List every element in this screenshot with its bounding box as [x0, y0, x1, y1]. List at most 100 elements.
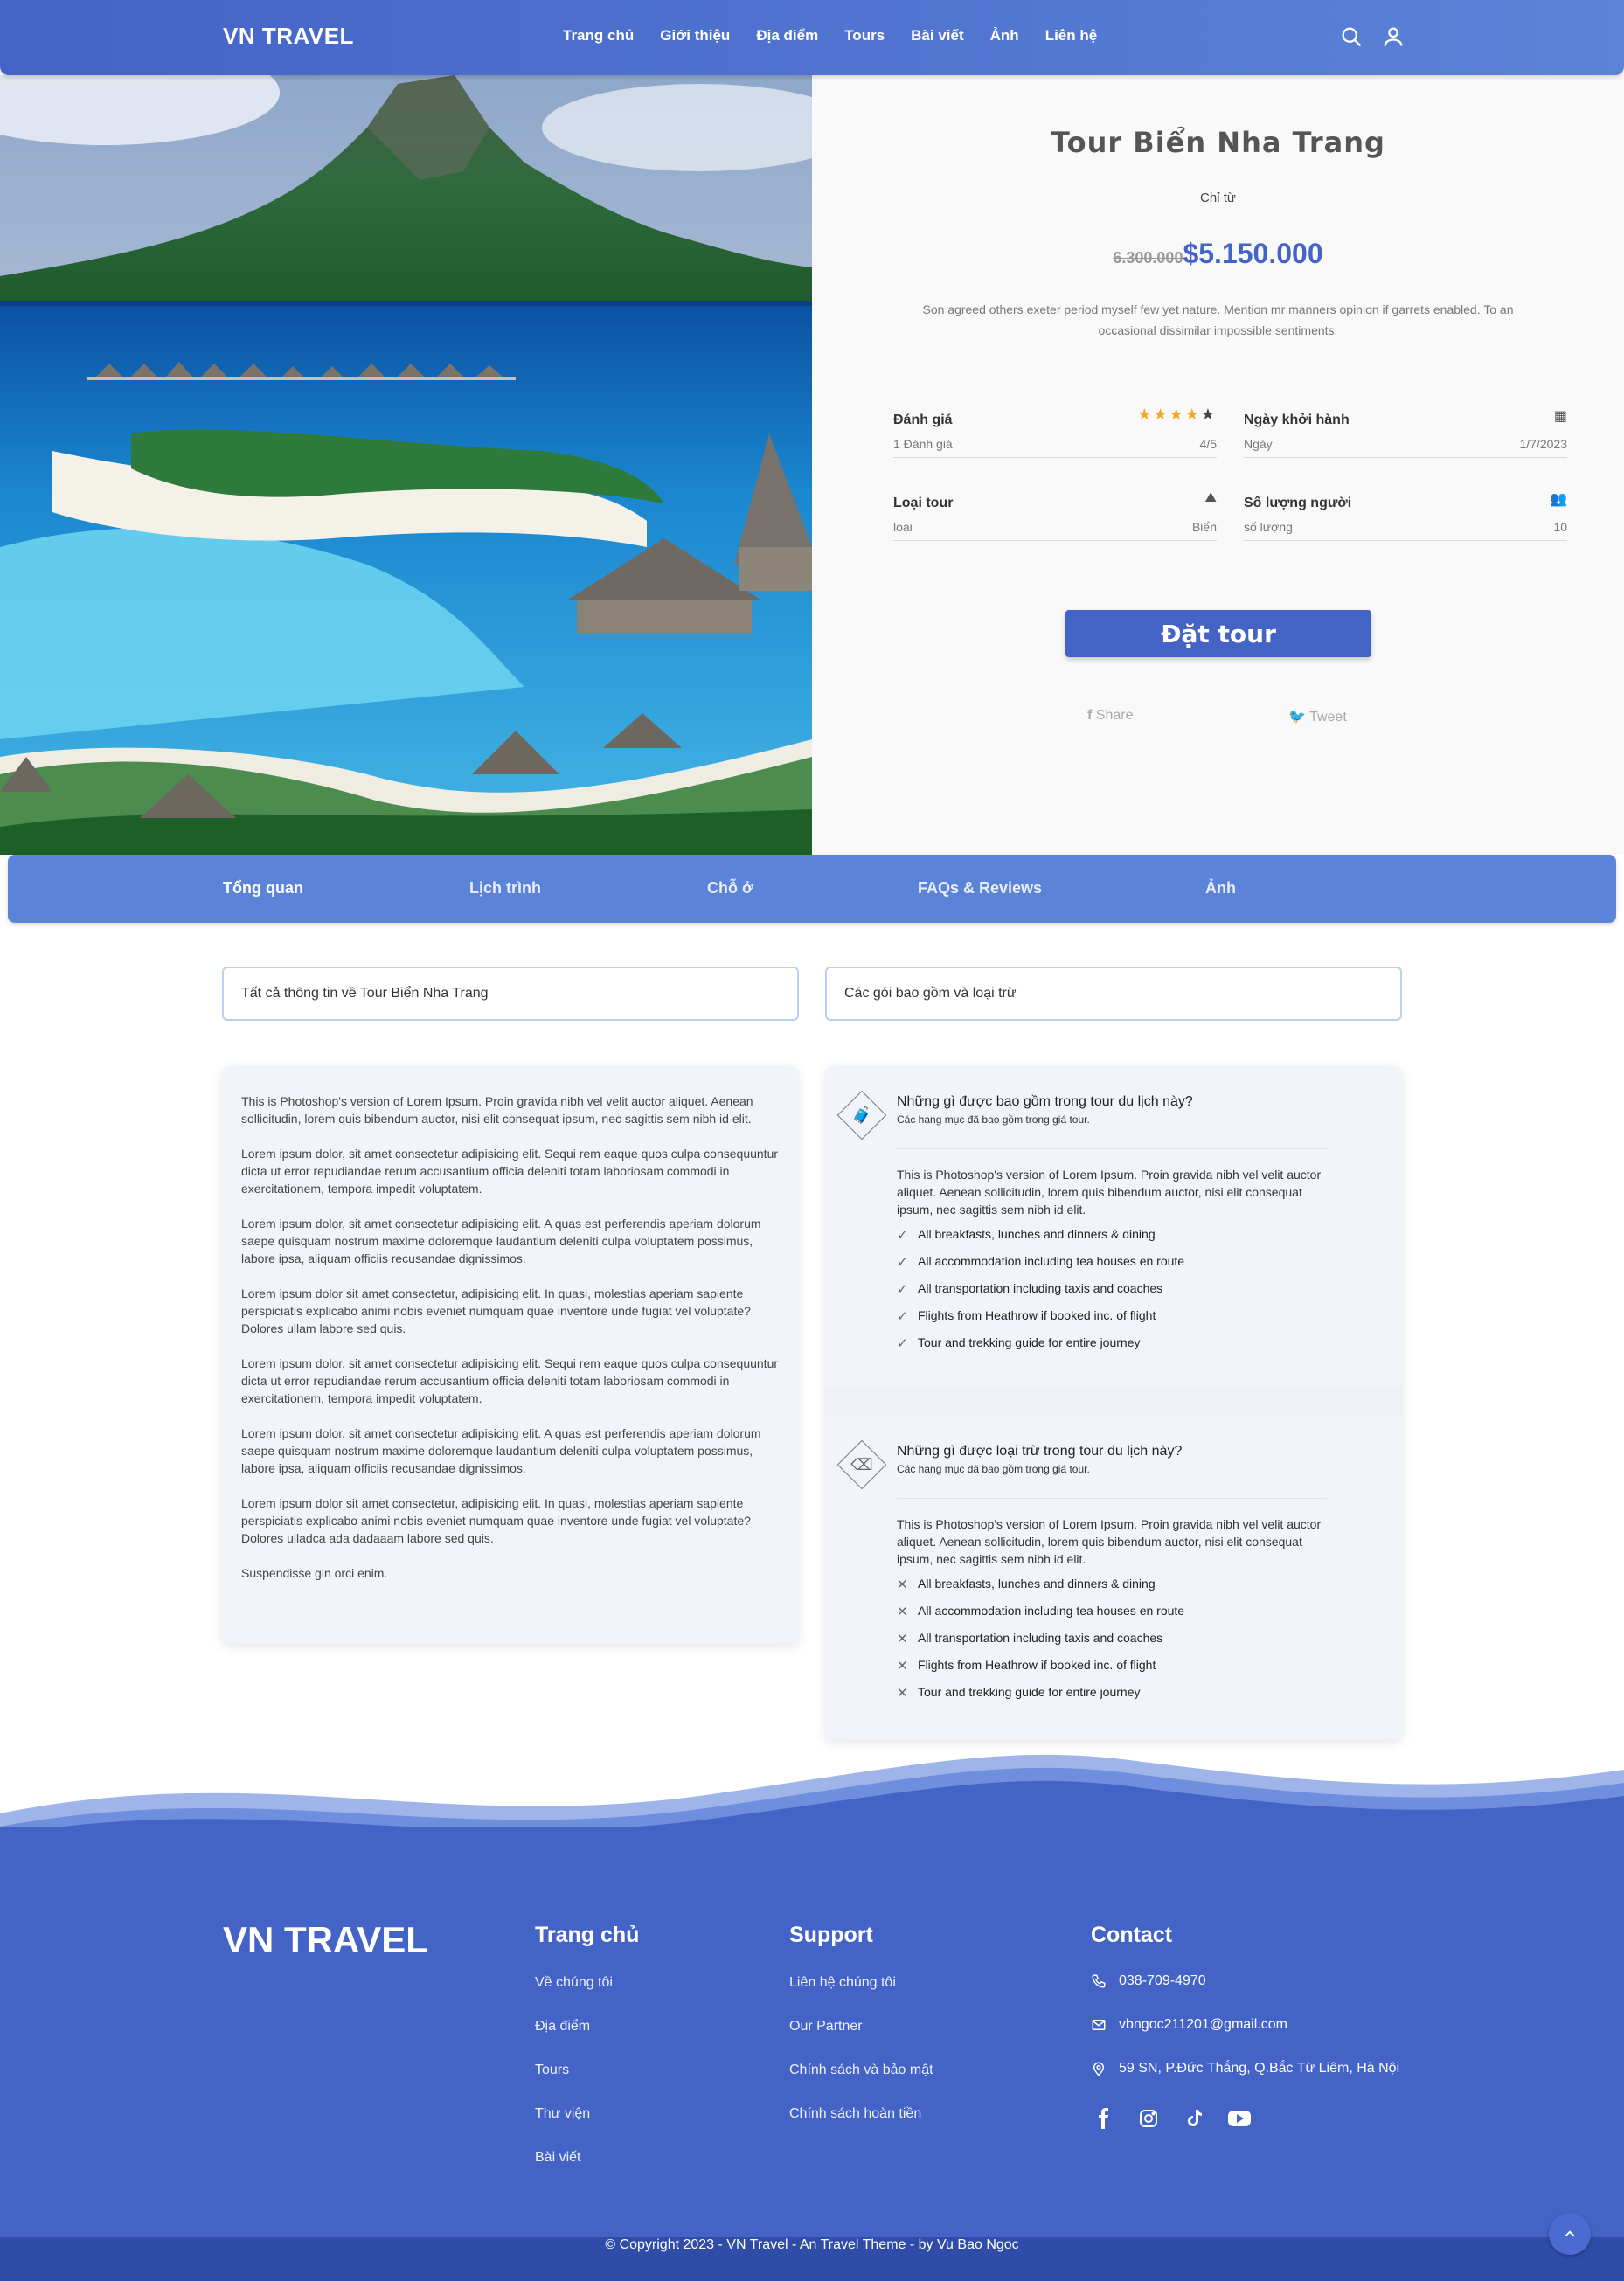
overview-card: This is Photoshop's version of Lorem Ips… [222, 1066, 799, 1643]
book-tour-button[interactable]: Đặt tour [1065, 610, 1371, 657]
overview-paragraph: Lorem ipsum dolor, sit amet consectetur … [241, 1426, 761, 1475]
search-icon[interactable] [1339, 24, 1364, 49]
cross-icon: ✕ [897, 1577, 908, 1592]
footer-contact-title: Contact [1091, 1923, 1173, 1947]
contact-phone[interactable]: 038-709-4970 [1091, 1973, 1206, 1989]
list-item: ✕ Tour and trekking guide for entire jour… [897, 1685, 1327, 1712]
included-subtitle: Các hạng mục đã bao gồm trong giá tour. [897, 1113, 1090, 1126]
check-icon: ✓ [897, 1336, 908, 1351]
footer-link-partner[interactable]: Our Partner [789, 2019, 863, 2035]
group-size-sub: số lượng [1244, 520, 1293, 534]
tour-type-label: Loại tour [893, 496, 954, 510]
tab-accommodation[interactable]: Chỗ ở [707, 879, 753, 898]
tab-itinerary[interactable]: Lịch trình [469, 879, 541, 898]
departure-info: Ngày khởi hành ▦ Ngày 1/7/2023 [1244, 406, 1567, 458]
rating-count: 1 Đánh giá [893, 437, 953, 451]
twitter-icon: 🐦 [1288, 710, 1306, 725]
overview-paragraph: Suspendisse gin orci enim. [241, 1566, 388, 1580]
tour-hero-image [0, 75, 812, 855]
inclusions-header[interactable]: Các gói bao gồm và loại trừ [825, 967, 1402, 1021]
map-pin-icon [1093, 2062, 1105, 2076]
list-item-label: All breakfasts, lunches and dinners & di… [918, 1227, 1156, 1241]
tour-price: 6.300.000$5.150.000 [812, 238, 1624, 270]
tour-title: Tour Biển Nha Trang [1051, 126, 1385, 159]
rating-value: 4/5 [1199, 437, 1217, 451]
check-icon: ✓ [897, 1309, 908, 1324]
footer-link-tours[interactable]: Tours [535, 2063, 569, 2078]
luggage-icon: 🧳 [851, 1106, 872, 1124]
included-body: This is Photoshop's version of Lorem Ips… [897, 1168, 1322, 1217]
old-price: 6.300.000 [1113, 249, 1183, 267]
instagram-icon[interactable] [1136, 2106, 1161, 2131]
divider-line [897, 1148, 1327, 1149]
list-item-label: Flights from Heathrow if booked inc. of … [918, 1308, 1156, 1322]
top-navbar: VN TRAVEL Trang chủ Giới thiệu Địa điểm … [0, 0, 1624, 75]
tab-overview[interactable]: Tổng quan [223, 879, 303, 898]
mail-icon [1092, 2020, 1106, 2030]
social-links [1091, 2106, 1252, 2131]
departure-date: 1/7/2023 [1519, 437, 1568, 451]
facebook-icon[interactable] [1091, 2106, 1115, 2131]
star-icon: ★ [1137, 406, 1154, 423]
nav-item-tours[interactable]: Tours [844, 27, 885, 45]
excluded-title: Những gì được loại trừ trong tour du lịc… [897, 1444, 1183, 1459]
list-item-label: All transportation including taxis and c… [918, 1281, 1163, 1295]
list-item-label: Tour and trekking guide for entire journ… [918, 1335, 1141, 1349]
facebook-share-link[interactable]: f Share [1087, 708, 1133, 724]
footer-link-privacy[interactable]: Chính sách và bảo mật [789, 2063, 933, 2078]
nav-item-destinations[interactable]: Địa điểm [756, 27, 818, 45]
nav-item-blog[interactable]: Bài viết [911, 27, 963, 45]
email-address: vbngoc211201@gmail.com [1119, 2017, 1287, 2032]
tour-type-value: Biển [1191, 520, 1217, 534]
user-icon[interactable] [1381, 24, 1405, 49]
nav-item-gallery[interactable]: Ảnh [990, 27, 1019, 45]
main-menu: Trang chủ Giới thiệu Địa điểm Tours Bài … [563, 27, 1123, 45]
list-item: ✓ All breakfasts, lunches and dinners & d… [897, 1227, 1327, 1254]
list-item-label: Flights from Heathrow if booked inc. of … [918, 1658, 1156, 1672]
price-from-label: Chỉ từ [1200, 191, 1236, 205]
contact-email[interactable]: vbngoc211201@gmail.com [1091, 2017, 1287, 2033]
share-label: Share [1095, 708, 1134, 723]
list-item-label: All accommodation including tea houses e… [918, 1254, 1185, 1268]
list-item-label: All breakfasts, lunches and dinners & di… [918, 1577, 1156, 1591]
tab-faqs-reviews[interactable]: FAQs & Reviews [918, 879, 1042, 898]
list-item: ✕ All transportation including taxis and … [897, 1631, 1327, 1658]
departure-label: Ngày khởi hành [1244, 413, 1350, 427]
list-item: ✓ All transportation including taxis and … [897, 1281, 1327, 1308]
group-size-label: Số lượng người [1244, 496, 1352, 510]
footer-link-about[interactable]: Về chúng tôi [535, 1975, 613, 1991]
footer-link-destinations[interactable]: Địa điểm [535, 2019, 590, 2035]
check-icon: ✓ [897, 1228, 908, 1243]
footer-link-library[interactable]: Thư viện [535, 2106, 590, 2122]
nav-item-about[interactable]: Giới thiệu [660, 27, 730, 45]
address-text: 59 SN, P.Đức Thắng, Q.Bắc Từ Liêm, Hà Nộ… [1119, 2061, 1400, 2076]
twitter-share-link[interactable]: 🐦 Tweet [1288, 708, 1347, 725]
footer-brand[interactable]: VN TRAVEL [223, 1919, 428, 1961]
tiktok-icon[interactable] [1182, 2106, 1206, 2131]
footer-link-blog[interactable]: Bài viết [535, 2150, 580, 2166]
footer-link-refund[interactable]: Chính sách hoàn tiền [789, 2106, 921, 2122]
brand-logo[interactable]: VN TRAVEL [223, 23, 354, 50]
cross-icon: ✕ [897, 1686, 908, 1701]
footer-link-contact-us[interactable]: Liên hệ chúng tôi [789, 1975, 896, 1991]
nav-item-contact[interactable]: Liên hệ [1045, 27, 1098, 45]
group-size-info: Số lượng người 👥 số lượng 10 [1244, 489, 1567, 541]
youtube-icon[interactable] [1227, 2106, 1252, 2131]
star-icon: ★ [1153, 406, 1169, 423]
included-list: ✓ All breakfasts, lunches and dinners & d… [897, 1227, 1327, 1362]
cross-icon: ✕ [897, 1632, 908, 1647]
divider-line [897, 1498, 1327, 1499]
list-item: ✓ All accommodation including tea houses … [897, 1254, 1327, 1281]
users-icon: 👥 [1550, 492, 1567, 507]
overview-paragraph: Lorem ipsum dolor sit amet consectetur, … [241, 1496, 751, 1545]
back-to-top-button[interactable] [1549, 2213, 1591, 2255]
tab-photos[interactable]: Ảnh [1205, 879, 1236, 898]
mountain-icon: ⛰ [1204, 490, 1217, 505]
tour-description: Son agreed others exeter period myself f… [922, 302, 1514, 337]
calendar-icon: ▦ [1553, 409, 1567, 424]
nav-item-home[interactable]: Trang chủ [563, 27, 634, 45]
list-item-label: All accommodation including tea houses e… [918, 1604, 1185, 1618]
included-title: Những gì được bao gồm trong tour du lịch… [897, 1094, 1193, 1109]
overview-header[interactable]: Tất cả thông tin về Tour Biển Nha Trang [222, 967, 799, 1021]
list-item: ✓ Flights from Heathrow if booked inc. of… [897, 1308, 1327, 1335]
